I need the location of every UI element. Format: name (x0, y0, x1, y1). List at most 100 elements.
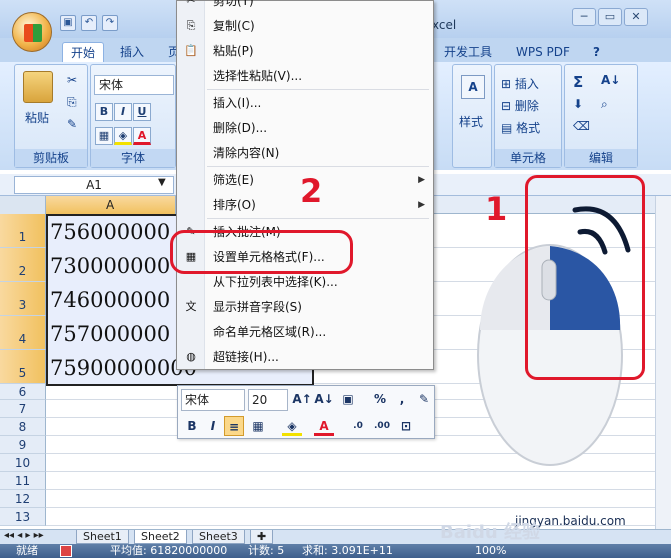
cell-value[interactable]: 757000000 (50, 322, 170, 346)
format-painter-icon[interactable]: ✎ (414, 389, 434, 409)
clear-icon[interactable]: ⌫ (573, 119, 590, 133)
context-menu-item[interactable]: 选择性粘贴(V)... (177, 64, 433, 88)
insert-cells-button[interactable]: ⊞ 插入 (501, 75, 539, 92)
paste-button[interactable]: 粘贴 (25, 109, 49, 126)
merge-center-icon[interactable]: ⊡ (396, 416, 416, 436)
menu-separator (207, 89, 429, 90)
mini-bold-button[interactable]: B (182, 416, 202, 436)
italic-button[interactable]: I (114, 103, 132, 121)
context-menu-item[interactable]: 命名单元格区域(R)... (177, 320, 433, 344)
sheet-tab-1[interactable]: Sheet1 (76, 530, 129, 544)
context-menu-item[interactable]: 清除内容(N) (177, 141, 433, 165)
sheet-tab-2[interactable]: Sheet2 (134, 530, 187, 544)
grid-row[interactable] (46, 472, 671, 490)
fill-icon[interactable]: ⬇ (573, 97, 583, 111)
vertical-scrollbar[interactable] (655, 196, 671, 529)
context-menu-item[interactable]: ⎘ 复制(C) (177, 14, 433, 38)
context-menu-item[interactable]: ◍ 超链接(H)... (177, 345, 433, 369)
row-header[interactable]: 12 (0, 490, 46, 508)
tab-insert[interactable]: 插入 (112, 42, 152, 62)
context-menu-label: 超链接(H)... (213, 350, 279, 364)
redo-icon[interactable]: ↷ (102, 15, 118, 31)
number-format-icon[interactable]: ▣ (338, 389, 358, 409)
context-menu-item[interactable]: 📋 粘贴(P) (177, 39, 433, 63)
cell-value[interactable]: 75900000000 (50, 356, 197, 380)
find-icon[interactable]: ⌕ (601, 97, 608, 112)
mini-size-combo[interactable]: 20 (248, 389, 288, 411)
context-menu-item[interactable]: ✂ 剪切(T) (177, 0, 433, 13)
row-header[interactable]: 2 (0, 248, 46, 282)
status-zoom[interactable]: 100% (475, 544, 506, 558)
grow-font-icon[interactable]: A↑ (292, 389, 312, 409)
autosum-icon[interactable]: Σ (573, 73, 583, 91)
help-icon[interactable]: ? (585, 42, 608, 62)
row-header[interactable]: 1 (0, 214, 46, 248)
row-header[interactable]: 5 (0, 350, 46, 384)
sort-filter-icon[interactable]: A↓ (601, 73, 620, 87)
row-header[interactable]: 9 (0, 436, 46, 454)
row-header[interactable]: 6 (0, 384, 46, 400)
context-menu-item[interactable]: 插入(I)... (177, 91, 433, 115)
shrink-font-icon[interactable]: A↓ (314, 389, 334, 409)
annotation-step-2: 2 (300, 172, 323, 210)
tab-developer[interactable]: 开发工具 (436, 42, 500, 62)
save-icon[interactable]: ▣ (60, 15, 76, 31)
border-icon[interactable]: ▦ (95, 127, 113, 145)
mini-font-combo[interactable]: 宋体 (181, 389, 245, 411)
grid-row[interactable] (46, 490, 671, 508)
row-header[interactable]: 10 (0, 454, 46, 472)
name-box[interactable]: A1 (14, 176, 174, 194)
office-button[interactable] (12, 12, 52, 52)
underline-button[interactable]: U (133, 103, 151, 121)
name-box-dropdown-icon[interactable]: ▼ (158, 177, 166, 188)
mini-border-icon[interactable]: ▦ (248, 416, 268, 436)
row-header[interactable]: 13 (0, 508, 46, 526)
mini-font-color-icon[interactable]: A (314, 416, 334, 436)
context-menu-item[interactable]: 删除(D)... (177, 116, 433, 140)
restore-button[interactable]: ▭ (598, 8, 622, 26)
undo-icon[interactable]: ↶ (81, 15, 97, 31)
format-cells-label: 格式 (516, 121, 541, 135)
increase-decimal-icon[interactable]: .0 (348, 416, 368, 436)
font-color-icon[interactable]: A (133, 127, 151, 145)
macro-record-icon[interactable] (60, 545, 72, 557)
tab-home[interactable]: 开始 (62, 42, 105, 62)
row-header[interactable]: 4 (0, 316, 46, 350)
format-cells-button[interactable]: ▤ 格式 (501, 119, 540, 136)
cut-icon[interactable]: ✂ (67, 73, 77, 87)
insert-sheet-icon[interactable]: ✚ (250, 530, 274, 544)
format-painter-icon[interactable]: ✎ (67, 117, 77, 131)
close-button[interactable]: ✕ (624, 8, 648, 26)
sheet-tab-3[interactable]: Sheet3 (192, 530, 245, 544)
column-header-a[interactable]: A (46, 196, 176, 214)
cell-value[interactable]: 746000000 (50, 288, 170, 312)
paste-icon[interactable] (23, 71, 53, 103)
row-header[interactable]: 8 (0, 418, 46, 436)
decrease-decimal-icon[interactable]: .00 (372, 416, 392, 436)
center-align-icon[interactable]: ≡ (224, 416, 244, 436)
status-mode: 就绪 (16, 544, 38, 557)
mini-italic-button[interactable]: I (203, 416, 223, 436)
styles-icon[interactable]: A (461, 75, 485, 99)
fill-color-icon[interactable]: ◈ (114, 127, 132, 145)
copy-icon[interactable]: ⎘ (67, 95, 77, 110)
mini-fill-color-icon[interactable]: ◈ (282, 416, 302, 436)
row-header[interactable]: 7 (0, 400, 46, 418)
cell-value[interactable]: 730000000 (50, 254, 170, 278)
percent-icon[interactable]: % (370, 389, 390, 409)
select-all-corner[interactable] (0, 196, 46, 214)
cells-group: ⊞ 插入 ⊟ 删除 ▤ 格式 单元格 (494, 64, 562, 168)
sheet-nav-icons[interactable]: ◂◂ ◂ ▸ ▸▸ (4, 530, 44, 541)
tab-wps-pdf[interactable]: WPS PDF (508, 42, 578, 62)
minimize-button[interactable]: ─ (572, 8, 596, 26)
row-header[interactable]: 3 (0, 282, 46, 316)
font-name-combo[interactable]: 宋体 (94, 75, 174, 95)
context-menu-item[interactable]: 文 显示拼音字段(S) (177, 295, 433, 319)
bold-button[interactable]: B (95, 103, 113, 121)
cell-value[interactable]: 756000000 (50, 220, 170, 244)
row-header[interactable]: 11 (0, 472, 46, 490)
styles-button[interactable]: 样式 (459, 113, 483, 130)
copy-icon: ⎘ (186, 19, 196, 32)
comma-icon[interactable]: , (392, 389, 412, 409)
delete-cells-button[interactable]: ⊟ 删除 (501, 97, 539, 114)
